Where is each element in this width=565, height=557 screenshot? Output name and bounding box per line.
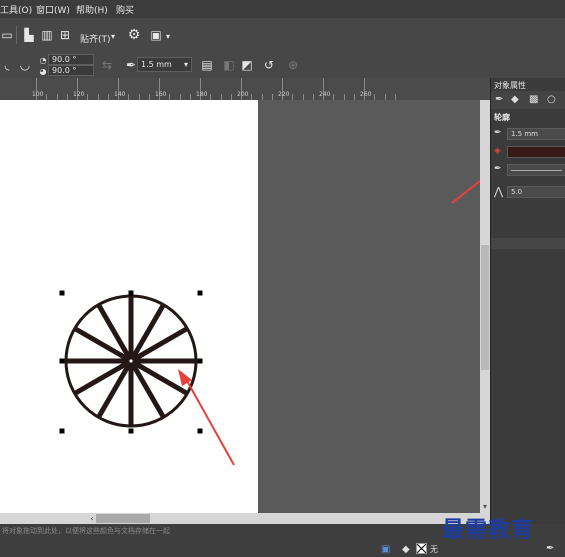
panel-title: 对象属性 <box>494 81 526 90</box>
outline-status-icon[interactable]: ✒ <box>546 543 554 554</box>
fill-icon[interactable]: ◆ <box>402 544 410 555</box>
scroll-down-icon[interactable]: ▾ <box>480 502 490 512</box>
fill-tab-icon[interactable]: ◆ <box>511 94 519 105</box>
transparency-tab-icon[interactable]: ▩ <box>529 94 538 105</box>
ellipse-tab-icon[interactable]: ○ <box>547 94 556 105</box>
arrow-to-shape <box>178 369 235 466</box>
outline-color-icon: ◈ <box>494 146 501 156</box>
no-fill-swatch[interactable] <box>416 543 427 554</box>
watermark-logo: 最需教育 <box>442 518 535 543</box>
panel-divider <box>491 238 565 249</box>
line-style-icon: ✒ <box>494 164 502 174</box>
outline-color-swatch[interactable] <box>507 146 565 158</box>
fill-status-text: 无 <box>430 545 438 554</box>
outline-tab-icon[interactable]: ✒ <box>495 94 503 105</box>
scroll-left-icon[interactable]: ‹ <box>87 513 97 524</box>
horizontal-scroll-thumb[interactable] <box>96 514 150 523</box>
miter-limit-icon: ⋀ <box>494 185 504 198</box>
color-tray-hint: 将对象拖动到此处，以便将这些颜色与文档存储在一起 <box>2 527 170 535</box>
pen-nib-icon: ✒ <box>494 128 502 138</box>
object-properties-panel: 对象属性 ✒ ◆ ▩ ○ 轮廓 ✒ 1.5 mm ◈ ✒ ⋀ 5.0 <box>490 78 565 524</box>
horizontal-scrollbar[interactable] <box>0 513 490 524</box>
miter-limit-input[interactable]: 5.0 <box>507 186 565 198</box>
outline-width-input[interactable]: 1.5 mm <box>507 128 565 140</box>
document-color-icon[interactable]: ▣ <box>381 544 390 555</box>
outline-section-title: 轮廓 <box>494 113 510 122</box>
line-style-selector[interactable] <box>507 164 565 176</box>
vertical-scroll-thumb[interactable] <box>481 245 489 370</box>
